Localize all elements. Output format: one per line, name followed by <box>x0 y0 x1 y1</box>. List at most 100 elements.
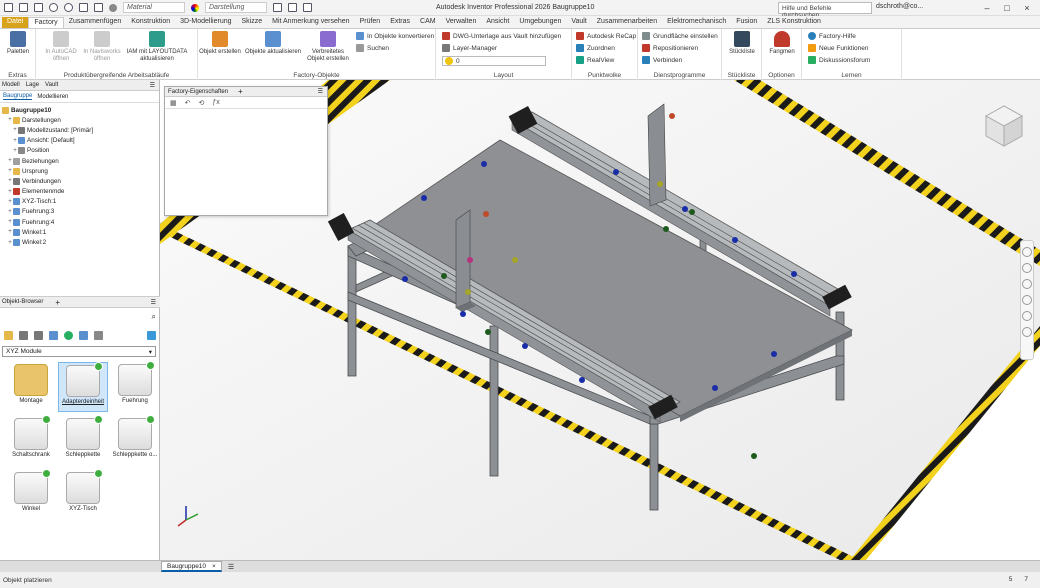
factory-hilfe-button[interactable]: Factory-Hilfe <box>808 32 856 40</box>
object-tile[interactable]: XYZ-Tisch <box>58 469 108 520</box>
tab-lage[interactable]: Lage <box>26 82 39 88</box>
home-icon[interactable] <box>79 3 88 12</box>
link-icon[interactable] <box>147 330 156 340</box>
object-browser-search[interactable]: ⌕ <box>0 310 160 324</box>
objekt-erstellen-button[interactable]: Objekt erstellen <box>198 31 242 56</box>
tree-item[interactable]: + XYZ-Tisch:1 <box>2 197 159 207</box>
user-account[interactable]: dschroth@co... <box>876 3 923 10</box>
tab-mit-anmerkung-versehen[interactable]: Mit Anmerkung versehen <box>267 17 354 28</box>
close-icon[interactable]: × <box>1020 1 1034 14</box>
object-tile[interactable]: Winkel <box>6 469 56 520</box>
tree-root[interactable]: Baugruppe10 <box>2 105 159 115</box>
object-tile[interactable]: Schaltschrank <box>6 415 56 466</box>
tree-item[interactable]: + Ursprung <box>2 166 159 176</box>
export-icon[interactable] <box>94 330 103 340</box>
tree-item[interactable]: + Darstellungen <box>2 115 159 125</box>
measure-icon[interactable] <box>273 3 282 12</box>
zoom-icon[interactable] <box>1022 279 1032 289</box>
redo-icon[interactable] <box>64 3 73 12</box>
view-options-icon[interactable] <box>1022 327 1032 337</box>
navisworks-button[interactable]: In Navisworks öffnen <box>82 31 122 63</box>
subtab-baugruppe[interactable]: Baugruppe <box>3 93 33 100</box>
tab-datei[interactable]: Datei <box>2 17 29 28</box>
view-options-icon[interactable] <box>19 330 28 340</box>
tree-item[interactable]: + Position <box>2 146 159 156</box>
object-tile[interactable]: Schleppkette o... <box>110 415 160 466</box>
search-icon[interactable]: ⌕ <box>152 312 156 322</box>
undo-icon[interactable]: ↶ <box>185 99 191 107</box>
tab-umgebungen[interactable]: Umgebungen <box>514 17 566 28</box>
panel-menu-icon[interactable]: ☰ <box>150 82 155 89</box>
verbreitetes-objekt-button[interactable]: Verbreitetes Objekt erstellen <box>304 31 352 63</box>
autocad-button[interactable]: In AutoCAD öffnen <box>42 31 80 63</box>
tab-fusion[interactable]: Fusion <box>731 17 762 28</box>
tab-3d-modellierung[interactable]: 3D-Modellierung <box>175 17 236 28</box>
realview-button[interactable]: RealView <box>576 56 614 64</box>
maximize-icon[interactable]: □ <box>1000 1 1014 14</box>
add-tab-icon[interactable]: + <box>55 298 60 307</box>
iam-update-button[interactable]: IAM mit LAYOUTDATA aktualisieren <box>124 31 190 63</box>
tab-cam[interactable]: CAM <box>415 17 441 28</box>
object-tile[interactable]: Schleppkette <box>58 415 108 466</box>
repositionieren-button[interactable]: Repositionieren <box>642 44 698 52</box>
diskussionsforum-button[interactable]: Diskussionsforum <box>808 56 870 64</box>
tree-item[interactable]: + Verbindungen <box>2 176 159 186</box>
tree-item[interactable]: + Elementenmde <box>2 187 159 197</box>
paletten-button[interactable]: Paletten <box>4 31 32 56</box>
help-search-input[interactable]: Hilfe und Befehle durchsuchen... <box>778 2 872 19</box>
hierarchy-icon[interactable] <box>79 330 88 340</box>
verbinden-button[interactable]: Verbinden <box>642 56 682 64</box>
open-file-icon[interactable] <box>19 3 28 12</box>
tree-item[interactable]: + Winkel:2 <box>2 237 159 247</box>
tab-vault[interactable]: Vault <box>45 82 58 88</box>
suchen-button[interactable]: Suchen <box>356 44 389 52</box>
new-file-icon[interactable] <box>4 3 13 12</box>
minimize-icon[interactable]: – <box>980 1 994 14</box>
look-at-icon[interactable] <box>1022 311 1032 321</box>
orbit-icon[interactable] <box>1022 295 1032 305</box>
tab-extras[interactable]: Extras <box>385 17 415 28</box>
objekte-aktualisieren-button[interactable]: Objekte aktualisieren <box>244 31 302 56</box>
tab-konstruktion[interactable]: Konstruktion <box>126 17 175 28</box>
tab-factory[interactable]: Factory <box>28 17 64 28</box>
tree-item[interactable]: + Ansicht: [Default] <box>2 136 159 146</box>
tab-prüfen[interactable]: Prüfen <box>355 17 386 28</box>
cloud-icon[interactable] <box>49 330 58 340</box>
formula-icon[interactable] <box>288 3 297 12</box>
tree-item[interactable]: + Fuehrung:3 <box>2 207 159 217</box>
subtab-modellieren[interactable]: Modellieren <box>37 94 68 100</box>
category-select[interactable]: XYZ Module ▾ <box>2 346 156 357</box>
object-tile[interactable]: Montage <box>6 362 56 412</box>
panel-menu-icon[interactable]: ☰ <box>318 88 323 95</box>
tree-item[interactable]: + Beziehungen <box>2 156 159 166</box>
object-tile[interactable]: Fuehrung <box>110 361 160 412</box>
tab-zls-konstruktion[interactable]: ZLS Konstruktion <box>762 17 826 28</box>
tab-zusammenarbeiten[interactable]: Zusammenarbeiten <box>592 17 662 28</box>
in-objekte-konvertieren-button[interactable]: In Objekte konvertieren <box>356 32 434 40</box>
undo-icon[interactable] <box>49 3 58 12</box>
tree-item[interactable]: + Modellzustand: [Primär] <box>2 125 159 135</box>
tree-item[interactable]: + Fuehrung:4 <box>2 217 159 227</box>
refresh-icon[interactable] <box>64 330 73 340</box>
neue-funktionen-button[interactable]: Neue Funktionen <box>808 44 869 52</box>
tab-skizze[interactable]: Skizze <box>237 17 268 28</box>
tab-ansicht[interactable]: Ansicht <box>481 17 514 28</box>
object-tile[interactable]: Adapterdeinheit <box>58 362 108 412</box>
layer-manager-button[interactable]: Layer-Manager <box>442 44 497 52</box>
document-menu-icon[interactable]: ☰ <box>228 563 234 571</box>
zuordnen-button[interactable]: Zuordnen <box>576 44 615 52</box>
steering-wheel-icon[interactable] <box>1022 247 1032 257</box>
fangmen-button[interactable]: Fangmen <box>766 31 798 56</box>
material-dropdown[interactable]: Material <box>123 2 185 13</box>
add-tab-icon[interactable]: + <box>238 87 243 96</box>
move-icon[interactable] <box>303 3 312 12</box>
folder-icon[interactable] <box>4 330 13 340</box>
tab-vault[interactable]: Vault <box>566 17 591 28</box>
appearance-dropdown[interactable]: Darstellung <box>205 2 267 13</box>
tab-zusammenfügen[interactable]: Zusammenfügen <box>64 17 127 28</box>
close-icon[interactable]: × <box>212 563 216 570</box>
stueckliste-button[interactable]: Stückliste <box>726 31 758 56</box>
dwg-unterlage-button[interactable]: DWG-Unterlage aus Vault hinzufügen <box>442 32 561 40</box>
tab-modell[interactable]: Modell <box>2 82 20 88</box>
panel-menu-icon[interactable]: ☰ <box>151 299 156 306</box>
